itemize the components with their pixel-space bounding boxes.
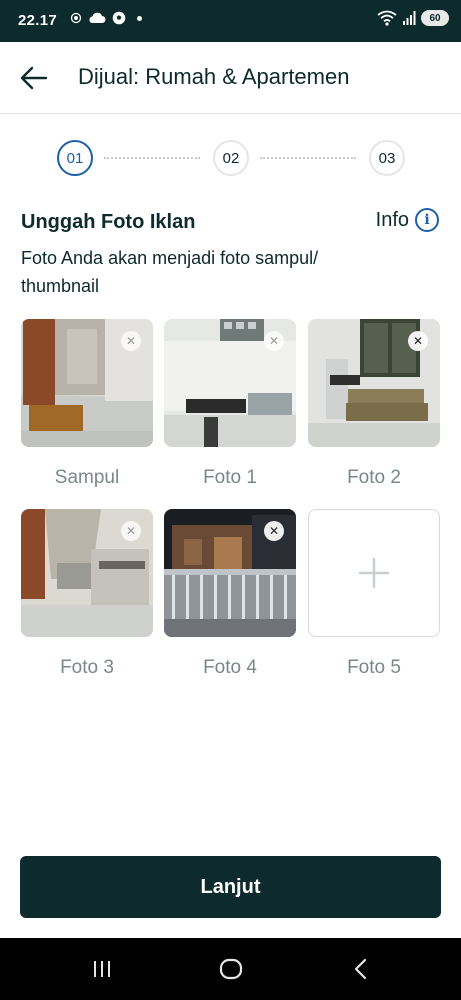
wifi-icon [377, 10, 397, 26]
section-title: Unggah Foto Iklan [21, 211, 196, 233]
step-connector [104, 157, 200, 159]
continue-button[interactable]: Lanjut [20, 856, 441, 918]
navigation-bar [0, 938, 461, 1000]
close-icon: ✕ [268, 334, 280, 348]
status-bar: 22.17 60 [0, 0, 461, 42]
photo-tile[interactable]: ✕ [21, 509, 153, 637]
photo-caption: Foto 1 [203, 467, 257, 488]
photo-tile[interactable]: ✕ [164, 319, 296, 447]
step-1: 01 [57, 140, 93, 176]
info-circle-icon: i [415, 208, 439, 232]
photo-caption: Foto 2 [347, 467, 401, 488]
remove-photo-button[interactable]: ✕ [264, 521, 284, 541]
remove-photo-button[interactable]: ✕ [408, 331, 428, 351]
info-link[interactable]: Info i [376, 208, 439, 232]
step-2: 02 [213, 140, 249, 176]
close-icon: ✕ [125, 524, 137, 538]
close-icon: ✕ [412, 334, 424, 348]
notification-dot-icon [137, 15, 142, 21]
close-icon: ✕ [268, 524, 280, 538]
step-connector [260, 157, 356, 159]
add-photo-button[interactable] [308, 509, 440, 637]
photo-caption: Foto 4 [203, 657, 257, 678]
page-title: Dijual: Rumah & Apartemen [78, 64, 350, 89]
photo-caption: Sampul [54, 467, 120, 488]
status-time: 22.17 [18, 12, 58, 29]
close-icon: ✕ [125, 334, 137, 348]
recent-apps-icon [94, 961, 110, 977]
photo-caption: Foto 5 [347, 657, 401, 678]
info-label: Info [375, 208, 409, 231]
status-icons-right: 60 [377, 10, 449, 26]
section-description: Foto Anda akan menjadi foto sampul/ thum… [21, 248, 319, 296]
status-icons-left [70, 11, 142, 25]
home-icon [219, 958, 243, 980]
step-3: 03 [369, 140, 405, 176]
remove-photo-button[interactable]: ✕ [264, 331, 284, 351]
back-button[interactable] [16, 62, 52, 94]
remove-photo-button[interactable]: ✕ [121, 521, 141, 541]
battery-icon: 60 [421, 10, 449, 26]
nav-back-button[interactable] [340, 956, 380, 982]
soccer-ball-icon [112, 11, 126, 25]
plus-icon [358, 557, 390, 589]
cloud-icon [89, 12, 106, 23]
back-icon [354, 958, 367, 980]
signal-icon [403, 11, 416, 25]
photo-caption: Foto 3 [60, 657, 114, 678]
app-bar: Dijual: Rumah & Apartemen [0, 42, 461, 114]
stepper: 01 02 03 [0, 140, 461, 180]
photo-tile-cover[interactable]: ✕ [21, 319, 153, 447]
screen-recorder-icon [70, 12, 82, 24]
arrow-left-icon [20, 66, 48, 90]
photo-tile[interactable]: ✕ [164, 509, 296, 637]
photo-tile[interactable]: ✕ [308, 319, 440, 447]
remove-photo-button[interactable]: ✕ [121, 331, 141, 351]
home-button[interactable] [211, 956, 251, 982]
recent-apps-button[interactable] [82, 956, 122, 982]
